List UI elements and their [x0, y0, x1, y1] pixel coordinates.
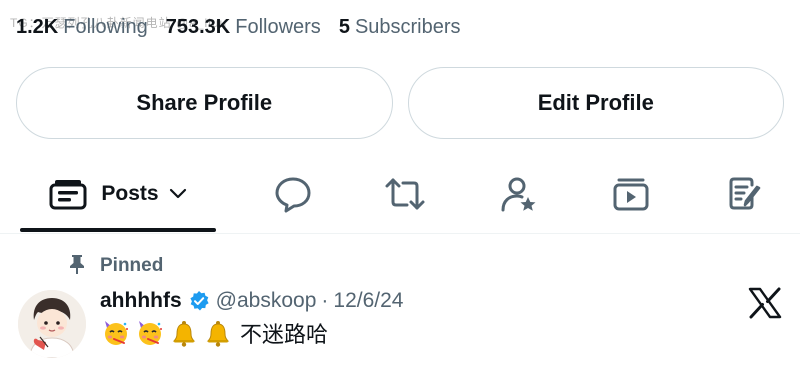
articles-icon	[726, 175, 764, 213]
post-body: 不迷路哈	[100, 318, 328, 348]
replies-icon	[274, 175, 312, 213]
stat-following-label: Following	[63, 15, 148, 38]
share-profile-button[interactable]: Share Profile	[16, 67, 393, 139]
profile-tabs: Posts	[0, 160, 800, 232]
separator-dot: ·	[321, 289, 329, 312]
stat-subscribers[interactable]: 5 Subscribers	[339, 16, 461, 39]
post-text: 不迷路哈	[240, 323, 329, 348]
stat-following-value: 1.2K	[16, 15, 59, 38]
posts-icon	[49, 178, 87, 210]
tab-posts-label: Posts	[101, 182, 159, 205]
author-name[interactable]: ahhhhfs	[100, 289, 182, 313]
profile-stats: 1.2K Following 753.3K Followers 5 Subscr…	[16, 12, 479, 42]
tab-media[interactable]	[610, 160, 652, 228]
tab-posts[interactable]: Posts	[20, 160, 216, 228]
tab-reposts[interactable]	[382, 160, 428, 228]
profile-actions: Share Profile Edit Profile	[16, 67, 784, 139]
author-handle[interactable]: @abskoop	[216, 289, 317, 313]
partying-face-icon	[100, 318, 132, 348]
edit-profile-button[interactable]: Edit Profile	[407, 67, 784, 139]
bell-icon	[168, 318, 200, 348]
stat-subscribers-value: 5	[338, 15, 350, 38]
highlights-icon	[500, 175, 538, 213]
stat-following[interactable]: 1.2K Following	[16, 16, 148, 39]
partying-face-icon	[134, 318, 166, 348]
stat-followers-value: 753.3K	[165, 15, 231, 38]
tab-highlights[interactable]	[498, 160, 540, 228]
pinned-indicator: Pinned	[68, 253, 163, 279]
pin-icon	[68, 253, 86, 280]
tabs-divider	[0, 233, 800, 234]
tab-replies[interactable]	[272, 160, 314, 228]
bell-icon	[202, 318, 234, 348]
post-header: ahhhhfs @abskoop · 12/6/24	[100, 287, 403, 315]
x-logo-icon	[748, 287, 782, 319]
stat-followers-label: Followers	[235, 15, 321, 38]
avatar[interactable]	[18, 290, 86, 358]
emoji-row	[100, 318, 236, 348]
reposts-icon	[383, 176, 427, 212]
stat-subscribers-label: Subscribers	[354, 15, 461, 38]
active-tab-indicator	[20, 228, 216, 232]
media-icon	[612, 176, 650, 212]
post-date[interactable]: 12/6/24	[333, 289, 403, 313]
verified-badge-icon	[188, 290, 210, 312]
chevron-down-icon[interactable]	[169, 188, 187, 200]
pinned-label: Pinned	[100, 255, 164, 276]
stat-followers[interactable]: 753.3K Followers	[166, 16, 321, 39]
tab-articles[interactable]	[724, 160, 766, 228]
